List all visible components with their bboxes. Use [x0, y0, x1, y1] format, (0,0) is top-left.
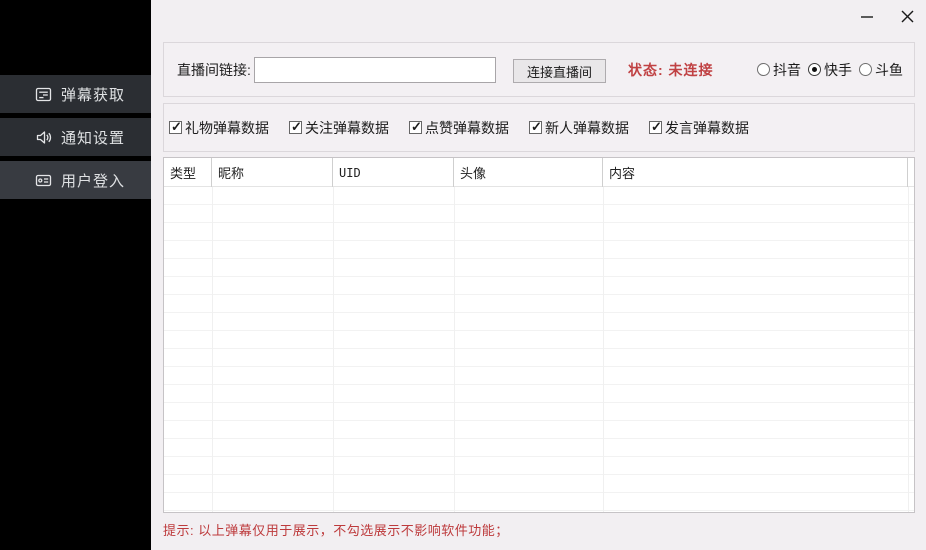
id-card-icon	[35, 172, 52, 189]
minimize-button[interactable]	[850, 2, 884, 30]
footer-hint: 提示: 以上弹幕仅用于展示，不勾选展示不影响软件功能；	[163, 523, 509, 538]
table-column-gridline	[454, 187, 455, 512]
radio-icon	[808, 63, 821, 76]
sidebar-item-label: 用户登入	[61, 172, 126, 190]
connect-button[interactable]: 连接直播间	[513, 59, 606, 83]
radio-label: 抖音	[773, 61, 801, 78]
radio-douyin[interactable]: 抖音	[757, 60, 801, 80]
radio-label: 斗鱼	[875, 61, 903, 78]
room-link-input[interactable]	[254, 57, 496, 83]
sidebar-item-notification-settings[interactable]: 通知设置	[0, 118, 151, 156]
sidebar-item-label: 弹幕获取	[61, 86, 126, 104]
close-button[interactable]	[890, 2, 924, 30]
checkbox-like-danmaku[interactable]: 点赞弹幕数据	[409, 118, 529, 138]
sidebar: 弹幕获取 通知设置 用户登入	[0, 0, 151, 550]
column-header-avatar[interactable]: 头像	[454, 158, 603, 187]
filters-panel: 礼物弹幕数据 关注弹幕数据 点赞弹幕数据 新人弹幕数据 发言弹幕数据	[163, 103, 915, 152]
sidebar-item-user-login[interactable]: 用户登入	[0, 161, 151, 199]
danmaku-table: 类型 昵称 UID 头像 内容	[163, 157, 915, 513]
speaker-icon	[35, 129, 52, 146]
platform-radio-group: 抖音 快手 斗鱼	[757, 43, 903, 96]
column-header-type[interactable]: 类型	[164, 158, 212, 187]
app-window: 弹幕获取 通知设置 用户登入 直播间链接: 连接直播间 状态: 未连接 抖音 快…	[0, 0, 926, 550]
column-header-content[interactable]: 内容	[603, 158, 908, 187]
radio-icon	[859, 63, 872, 76]
close-icon	[900, 9, 915, 24]
checkbox-label: 发言弹幕数据	[665, 119, 749, 136]
checkbox-icon	[169, 119, 182, 135]
checkbox-icon	[529, 119, 542, 135]
radio-icon	[757, 63, 770, 76]
checkbox-label: 礼物弹幕数据	[185, 119, 269, 136]
checkbox-label: 新人弹幕数据	[545, 119, 629, 136]
table-body[interactable]	[164, 187, 914, 512]
checkbox-follow-danmaku[interactable]: 关注弹幕数据	[289, 118, 409, 138]
checkbox-newcomer-danmaku[interactable]: 新人弹幕数据	[529, 118, 649, 138]
sidebar-item-label: 通知设置	[61, 129, 126, 147]
room-link-label: 直播间链接:	[177, 61, 251, 78]
table-column-gridline	[212, 187, 213, 512]
radio-kuaishou[interactable]: 快手	[808, 60, 852, 80]
table-column-gridline	[908, 187, 909, 512]
column-header-uid[interactable]: UID	[333, 158, 454, 187]
checkbox-icon	[289, 119, 302, 135]
radio-douyu[interactable]: 斗鱼	[859, 60, 903, 80]
checkbox-gift-danmaku[interactable]: 礼物弹幕数据	[169, 118, 289, 138]
column-header-nickname[interactable]: 昵称	[212, 158, 333, 187]
checkbox-icon	[649, 119, 662, 135]
sidebar-item-danmaku-fetch[interactable]: 弹幕获取	[0, 75, 151, 113]
checkbox-icon	[409, 119, 422, 135]
table-header: 类型 昵称 UID 头像 内容	[164, 158, 914, 187]
checkbox-label: 关注弹幕数据	[305, 119, 389, 136]
danmaku-list-icon	[35, 86, 52, 103]
checkbox-label: 点赞弹幕数据	[425, 119, 509, 136]
checkbox-chat-danmaku[interactable]: 发言弹幕数据	[649, 118, 769, 138]
status-text: 状态: 未连接	[628, 61, 714, 78]
table-column-gridline	[333, 187, 334, 512]
table-column-gridline	[603, 187, 604, 512]
radio-label: 快手	[824, 61, 852, 78]
minimize-icon	[860, 9, 874, 23]
connection-panel: 直播间链接: 连接直播间 状态: 未连接 抖音 快手 斗鱼	[163, 42, 915, 97]
